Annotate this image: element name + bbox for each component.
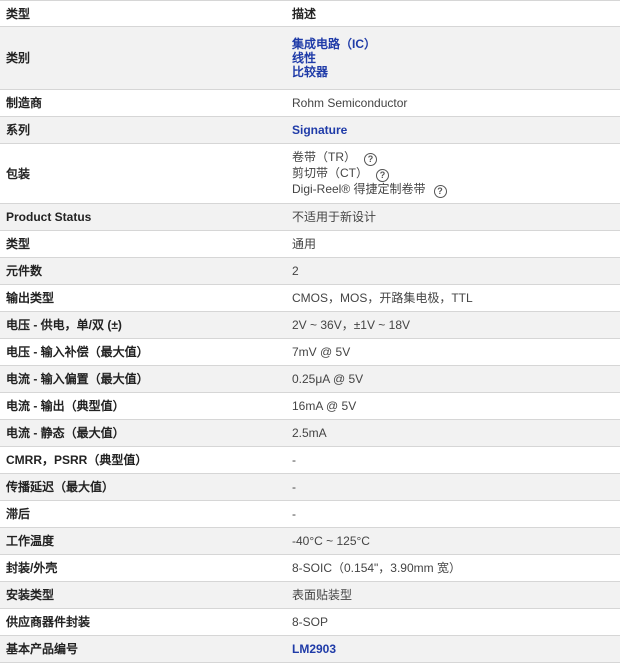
base-product-link[interactable]: LM2903 [292, 642, 336, 656]
table-row: 元件数 2 [0, 257, 620, 285]
table-row: Product Status 不适用于新设计 [0, 203, 620, 231]
row-value: 2 [288, 257, 620, 285]
row-value: 8-SOP [288, 608, 620, 636]
table-row-manufacturer: 制造商 Rohm Semiconductor [0, 89, 620, 117]
row-label: 供应商器件封装 [0, 608, 288, 636]
table-row: 电流 - 输出（典型值） 16mA @ 5V [0, 392, 620, 420]
category-link-comparator[interactable]: 比较器 [292, 65, 620, 79]
row-value: 2.5mA [288, 419, 620, 447]
row-label: 制造商 [0, 89, 288, 117]
table-row: 电压 - 供电，单/双 (±) 2V ~ 36V，±1V ~ 18V [0, 311, 620, 339]
row-value: 表面贴装型 [288, 581, 620, 609]
packaging-item-label: Digi-Reel® 得捷定制卷带 [292, 181, 426, 196]
row-label: 电流 - 输出（典型值） [0, 392, 288, 420]
category-link-linear[interactable]: 线性 [292, 51, 620, 65]
row-value: 集成电路（IC） 线性 比较器 [288, 26, 620, 90]
header-desc: 描述 [288, 0, 620, 27]
row-value: 8-SOIC（0.154"，3.90mm 宽） [288, 554, 620, 582]
packaging-item: 剪切带（CT）? [292, 166, 620, 182]
table-row-series: 系列 Signature [0, 116, 620, 144]
row-label: 电压 - 供电，单/双 (±) [0, 311, 288, 339]
row-label: 传播延迟（最大值） [0, 473, 288, 501]
row-label: CMRR，PSRR（典型值） [0, 446, 288, 474]
row-label: 电压 - 输入补偿（最大值） [0, 338, 288, 366]
row-label: 类别 [0, 26, 288, 90]
table-row: 封装/外壳 8-SOIC（0.154"，3.90mm 宽） [0, 554, 620, 582]
series-link[interactable]: Signature [292, 123, 347, 137]
table-row: 传播延迟（最大值） - [0, 473, 620, 501]
row-label: 系列 [0, 116, 288, 144]
row-label: 元件数 [0, 257, 288, 285]
row-label: 工作温度 [0, 527, 288, 555]
question-circle-icon[interactable]: ? [364, 152, 377, 166]
row-value: 16mA @ 5V [288, 392, 620, 420]
row-label: 电流 - 静态（最大值） [0, 419, 288, 447]
row-value: 7mV @ 5V [288, 338, 620, 366]
row-label: 类型 [0, 230, 288, 258]
question-circle-icon[interactable]: ? [376, 168, 389, 182]
table-row-packaging: 包装 卷带（TR）? 剪切带（CT）? Digi-Reel® 得捷定制卷带? [0, 143, 620, 204]
category-link-ic[interactable]: 集成电路（IC） [292, 37, 620, 51]
table-row-category: 类别 集成电路（IC） 线性 比较器 [0, 26, 620, 90]
table-row: 安装类型 表面贴装型 [0, 581, 620, 609]
row-value: - [288, 473, 620, 501]
row-value: - [288, 500, 620, 528]
table-row: 电流 - 输入偏置（最大值） 0.25μA @ 5V [0, 365, 620, 393]
question-circle-icon[interactable]: ? [433, 184, 447, 198]
header-type: 类型 [0, 0, 288, 27]
row-value: LM2903 [288, 635, 620, 663]
row-label: Product Status [0, 203, 288, 231]
table-row-base-product: 基本产品编号 LM2903 [0, 635, 620, 663]
row-value: - [288, 446, 620, 474]
table-row: 滞后 - [0, 500, 620, 528]
spec-table: 类型 描述 类别 集成电路（IC） 线性 比较器 制造商 Rohm Semico… [0, 0, 620, 663]
row-label: 输出类型 [0, 284, 288, 312]
packaging-item-label: 卷带（TR） [292, 149, 356, 164]
table-row: CMRR，PSRR（典型值） - [0, 446, 620, 474]
row-label: 封装/外壳 [0, 554, 288, 582]
table-header-row: 类型 描述 [0, 0, 620, 27]
packaging-item-label: 剪切带（CT） [292, 165, 368, 180]
packaging-item: 卷带（TR）? [292, 150, 620, 166]
row-label: 电流 - 输入偏置（最大值） [0, 365, 288, 393]
row-label: 基本产品编号 [0, 635, 288, 663]
row-value: 卷带（TR）? 剪切带（CT）? Digi-Reel® 得捷定制卷带? [288, 143, 620, 204]
row-value: Signature [288, 116, 620, 144]
row-value: Rohm Semiconductor [288, 89, 620, 117]
table-row: 电压 - 输入补偿（最大值） 7mV @ 5V [0, 338, 620, 366]
row-value: CMOS，MOS，开路集电极，TTL [288, 284, 620, 312]
table-row: 工作温度 -40°C ~ 125°C [0, 527, 620, 555]
table-row: 输出类型 CMOS，MOS，开路集电极，TTL [0, 284, 620, 312]
table-row: 供应商器件封装 8-SOP [0, 608, 620, 636]
row-value: 通用 [288, 230, 620, 258]
table-row: 类型 通用 [0, 230, 620, 258]
row-label: 滞后 [0, 500, 288, 528]
row-value: -40°C ~ 125°C [288, 527, 620, 555]
packaging-item: Digi-Reel® 得捷定制卷带? [292, 182, 620, 198]
table-row: 电流 - 静态（最大值） 2.5mA [0, 419, 620, 447]
row-value: 2V ~ 36V，±1V ~ 18V [288, 311, 620, 339]
row-value: 0.25μA @ 5V [288, 365, 620, 393]
row-label: 包装 [0, 143, 288, 204]
row-value: 不适用于新设计 [288, 203, 620, 231]
row-label: 安装类型 [0, 581, 288, 609]
